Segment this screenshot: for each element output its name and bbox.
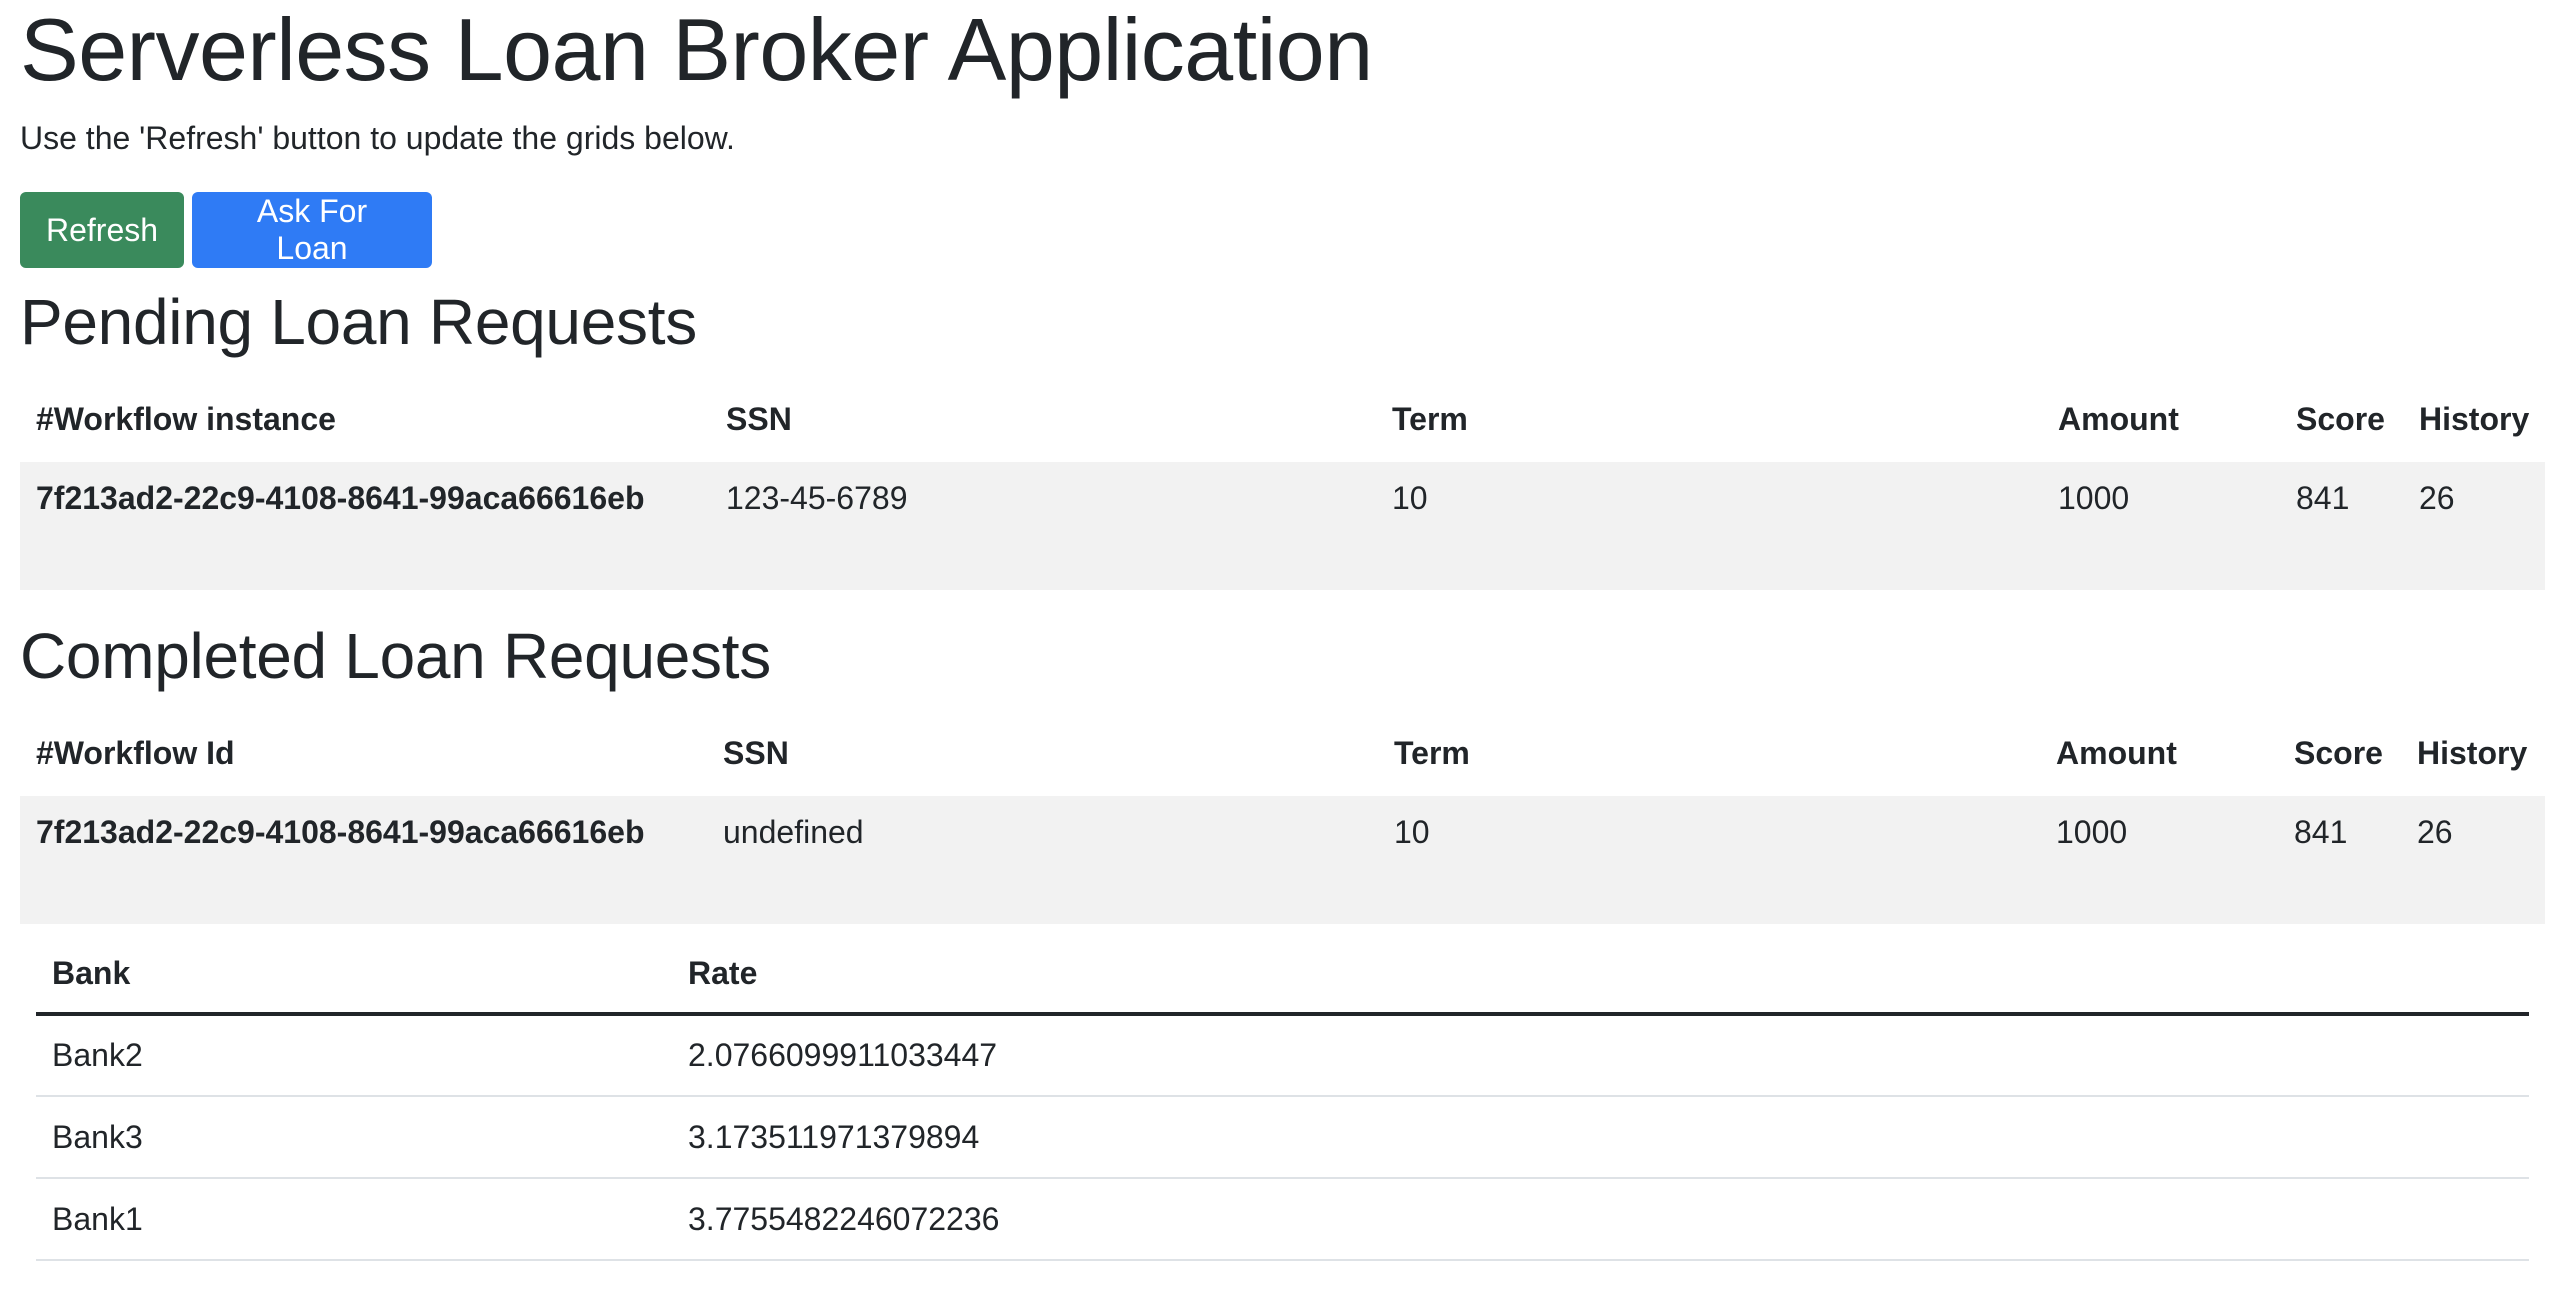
column-header-bank[interactable]: Bank bbox=[36, 934, 672, 1016]
column-header-ssn[interactable]: SSN bbox=[707, 710, 1378, 796]
column-header-workflow-id[interactable]: #Workflow Id bbox=[20, 710, 707, 796]
completed-requests-table: #Workflow Id SSN Term Amount Score Histo… bbox=[20, 710, 2545, 924]
column-header-history[interactable]: History bbox=[2401, 710, 2545, 796]
intro-text: Use the 'Refresh' button to update the g… bbox=[20, 120, 735, 156]
completed-section-title: Completed Loan Requests bbox=[20, 620, 771, 692]
bank-cell: Bank1 bbox=[36, 1178, 672, 1261]
bank-cell: Bank2 bbox=[36, 1014, 672, 1097]
pending-section-title: Pending Loan Requests bbox=[20, 286, 697, 358]
term-cell: 10 bbox=[1378, 796, 2040, 924]
history-cell: 26 bbox=[2403, 462, 2545, 590]
table-row[interactable]: Bank2 2.0766099911033447 bbox=[36, 1014, 2529, 1097]
column-header-history[interactable]: History bbox=[2403, 376, 2545, 462]
rate-cell: 3.7755482246072236 bbox=[672, 1178, 2529, 1261]
ssn-cell: 123-45-6789 bbox=[710, 462, 1376, 590]
rate-cell: 3.173511971379894 bbox=[672, 1096, 2529, 1179]
rate-cell: 2.0766099911033447 bbox=[672, 1014, 2529, 1097]
column-header-amount[interactable]: Amount bbox=[2040, 710, 2278, 796]
table-row[interactable]: Bank1 3.7755482246072236 bbox=[36, 1178, 2529, 1261]
score-cell: 841 bbox=[2280, 462, 2403, 590]
table-header-row: #Workflow instance SSN Term Amount Score… bbox=[20, 376, 2545, 462]
table-header-row: Bank Rate bbox=[36, 934, 2529, 1016]
table-header-row: #Workflow Id SSN Term Amount Score Histo… bbox=[20, 710, 2545, 796]
column-header-score[interactable]: Score bbox=[2278, 710, 2401, 796]
action-buttons: Refresh Ask For Loan bbox=[20, 192, 432, 268]
column-header-ssn[interactable]: SSN bbox=[710, 376, 1376, 462]
column-header-score[interactable]: Score bbox=[2280, 376, 2403, 462]
bank-quotes-table: Bank Rate Bank2 2.0766099911033447 Bank3… bbox=[36, 934, 2529, 1261]
column-header-term[interactable]: Term bbox=[1376, 376, 2042, 462]
ask-for-loan-button[interactable]: Ask For Loan bbox=[192, 192, 432, 268]
workflow-id-cell: 7f213ad2-22c9-4108-8641-99aca66616eb bbox=[20, 796, 707, 924]
history-cell: 26 bbox=[2401, 796, 2545, 924]
score-cell: 841 bbox=[2278, 796, 2401, 924]
term-cell: 10 bbox=[1376, 462, 2042, 590]
workflow-id-cell: 7f213ad2-22c9-4108-8641-99aca66616eb bbox=[20, 462, 710, 590]
bank-cell: Bank3 bbox=[36, 1096, 672, 1179]
page-title: Serverless Loan Broker Application bbox=[20, 0, 1373, 99]
column-header-rate[interactable]: Rate bbox=[672, 934, 2529, 1016]
refresh-button[interactable]: Refresh bbox=[20, 192, 184, 268]
column-header-workflow[interactable]: #Workflow instance bbox=[20, 376, 710, 462]
column-header-amount[interactable]: Amount bbox=[2042, 376, 2280, 462]
table-row[interactable]: Bank3 3.173511971379894 bbox=[36, 1096, 2529, 1179]
amount-cell: 1000 bbox=[2040, 796, 2278, 924]
column-header-term[interactable]: Term bbox=[1378, 710, 2040, 796]
ssn-cell: undefined bbox=[707, 796, 1378, 924]
pending-requests-table: #Workflow instance SSN Term Amount Score… bbox=[20, 376, 2545, 590]
loan-broker-page: Serverless Loan Broker Application Use t… bbox=[0, 0, 2556, 1300]
table-row[interactable]: 7f213ad2-22c9-4108-8641-99aca66616eb 123… bbox=[20, 462, 2545, 590]
amount-cell: 1000 bbox=[2042, 462, 2280, 590]
table-row[interactable]: 7f213ad2-22c9-4108-8641-99aca66616eb und… bbox=[20, 796, 2545, 924]
